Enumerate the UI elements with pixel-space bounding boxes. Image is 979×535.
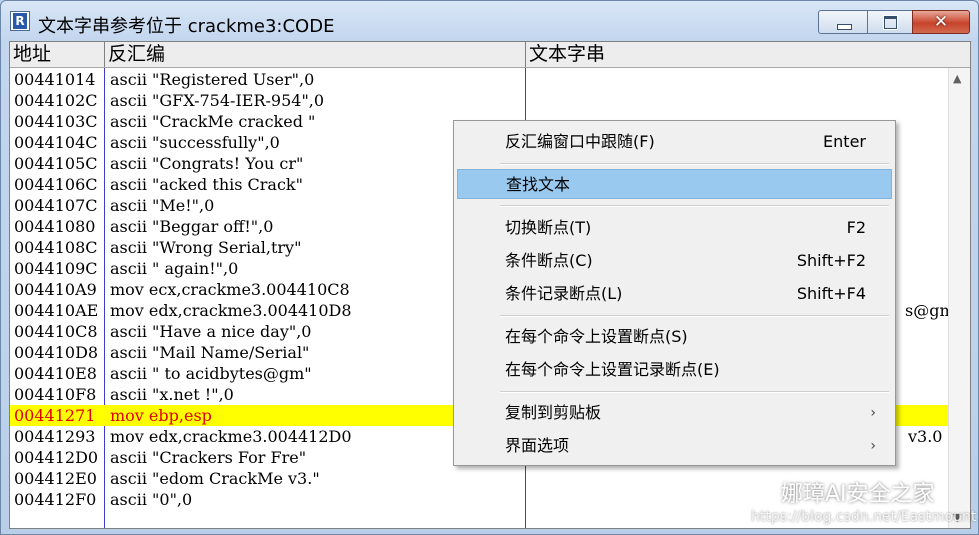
- row-disassembly: mov ecx,crackme3.004410C8: [110, 280, 350, 299]
- row-disassembly: ascii "x.net !",0: [110, 385, 234, 404]
- row-address: 004412F0: [14, 490, 97, 509]
- row-address: 004410AE: [14, 301, 99, 320]
- row-address: 00441293: [14, 427, 96, 446]
- row-disassembly: ascii "edom CrackMe v3.": [110, 469, 320, 488]
- menu-item-conditional-breakpoint[interactable]: 条件断点(C) Shift+F2: [457, 246, 892, 276]
- minimize-icon: [837, 24, 852, 30]
- title-bar[interactable]: R 文本字串参考位于 crackme3:CODE ✕: [1, 1, 978, 41]
- table-row[interactable]: 0044102C ascii "GFX-754-IER-954",0: [10, 90, 970, 111]
- menu-item-follow-in-disassembler[interactable]: 反汇编窗口中跟随(F) Enter: [457, 127, 892, 157]
- menu-item-label: 在每个命令上设置断点(S): [505, 327, 688, 346]
- row-address: 0044109C: [14, 259, 98, 278]
- row-disassembly: mov ebp,esp: [110, 406, 212, 425]
- menu-item-set-breakpoint-every-command[interactable]: 在每个命令上设置断点(S): [457, 322, 892, 352]
- row-address: 00441014: [14, 70, 96, 89]
- row-address: 0044104C: [14, 133, 98, 152]
- menu-item-label: 复制到剪贴板: [505, 403, 602, 422]
- scroll-up-icon[interactable]: ▲: [953, 72, 961, 85]
- row-address: 004412E0: [14, 469, 97, 488]
- column-header-text-string[interactable]: 文本字串: [526, 42, 970, 67]
- context-menu: 反汇编窗口中跟随(F) Enter 查找文本 切换断点(T) F2 条件断点(C) S…: [453, 120, 896, 466]
- row-address: 0044106C: [14, 175, 98, 194]
- menu-item-shortcut: F2: [846, 218, 866, 237]
- row-address: 004410A9: [14, 280, 97, 299]
- row-disassembly: ascii "Beggar off!",0: [110, 217, 274, 236]
- app-icon-letter: R: [13, 13, 27, 29]
- menu-item-appearance[interactable]: 界面选项 ›: [457, 431, 892, 461]
- strings-window: R 文本字串参考位于 crackme3:CODE ✕ 地址 反汇编 文本字串 0…: [0, 0, 979, 535]
- close-button[interactable]: ✕: [912, 10, 970, 34]
- row-disassembly: mov edx,crackme3.004412D0: [110, 427, 352, 446]
- row-address: 00441271: [14, 406, 96, 425]
- row-disassembly: mov edx,crackme3.004410D8: [110, 301, 352, 320]
- menu-item-label: 条件断点(C): [505, 251, 593, 270]
- row-disassembly: ascii "Crackers For Fre": [110, 448, 307, 467]
- row-address: 0044103C: [14, 112, 98, 131]
- row-address: 004412D0: [14, 448, 99, 467]
- chevron-right-icon: ›: [870, 405, 876, 421]
- row-disassembly: ascii "Me!",0: [110, 196, 215, 215]
- menu-separator: [500, 315, 889, 317]
- menu-item-shortcut: Enter: [823, 132, 866, 151]
- row-disassembly: ascii "Mail Name/Serial": [110, 343, 310, 362]
- row-disassembly: ascii "CrackMe cracked ": [110, 112, 316, 131]
- row-disassembly: ascii "Registered User",0: [110, 70, 315, 89]
- row-disassembly: ascii " again!",0: [110, 259, 239, 278]
- row-disassembly: ascii "Congrats! You cr": [110, 154, 304, 173]
- menu-item-shortcut: Shift+F2: [796, 251, 866, 270]
- row-address: 0044108C: [14, 238, 98, 257]
- row-address: 0044107C: [14, 196, 98, 215]
- row-address: 004410C8: [14, 322, 98, 341]
- minimize-button[interactable]: [818, 10, 868, 34]
- menu-separator: [500, 391, 889, 393]
- menu-item-label: 反汇编窗口中跟随(F): [505, 132, 655, 151]
- row-text: v3.0: [908, 427, 943, 446]
- menu-item-copy-to-clipboard[interactable]: 复制到剪贴板 ›: [457, 398, 892, 428]
- menu-item-label: 界面选项: [505, 436, 570, 455]
- menu-item-conditional-log-breakpoint[interactable]: 条件记录断点(L) Shift+F4: [457, 279, 892, 309]
- close-icon: ✕: [933, 12, 949, 32]
- row-address: 004410E8: [14, 364, 97, 383]
- row-address: 004410D8: [14, 343, 99, 362]
- menu-item-label: 在每个命令上设置记录断点(E): [505, 360, 720, 379]
- scroll-down-icon[interactable]: ▼: [953, 511, 961, 524]
- row-disassembly: ascii "Have a nice day",0: [110, 322, 312, 341]
- menu-item-shortcut: Shift+F4: [796, 284, 866, 303]
- menu-separator: [500, 205, 889, 207]
- window-title: 文本字串参考位于 crackme3:CODE: [38, 16, 335, 37]
- row-address: 00441080: [14, 217, 96, 236]
- row-disassembly: ascii "0",0: [110, 490, 193, 509]
- menu-item-label: 条件记录断点(L): [505, 284, 623, 303]
- menu-item-label: 查找文本: [506, 175, 571, 194]
- table-row[interactable]: 00441014 ascii "Registered User",0: [10, 69, 970, 90]
- vertical-scrollbar[interactable]: ▲ ▼: [948, 68, 970, 528]
- table-row[interactable]: 004412F0 ascii "0",0: [10, 489, 970, 510]
- row-disassembly: ascii "acked this Crack": [110, 175, 303, 194]
- column-header-disassembly[interactable]: 反汇编: [105, 42, 526, 67]
- menu-separator: [500, 163, 889, 165]
- maximize-icon: [884, 16, 897, 29]
- row-disassembly: ascii "successfully",0: [110, 133, 280, 152]
- row-disassembly: ascii " to acidbytes@gm": [110, 364, 312, 383]
- row-address: 004410F8: [14, 385, 97, 404]
- row-disassembly: ascii "Wrong Serial,try": [110, 238, 302, 257]
- table-row[interactable]: 004412E0 ascii "edom CrackMe v3.": [10, 468, 970, 489]
- app-icon: R: [10, 11, 30, 31]
- row-address: 0044105C: [14, 154, 98, 173]
- table-header: 地址 反汇编 文本字串: [10, 42, 970, 68]
- maximize-button[interactable]: [867, 10, 913, 34]
- chevron-right-icon: ›: [870, 438, 876, 454]
- menu-item-search-text[interactable]: 查找文本: [457, 169, 892, 199]
- row-disassembly: ascii "GFX-754-IER-954",0: [110, 91, 325, 110]
- menu-item-set-log-breakpoint-every-command[interactable]: 在每个命令上设置记录断点(E): [457, 355, 892, 385]
- menu-item-toggle-breakpoint[interactable]: 切换断点(T) F2: [457, 213, 892, 243]
- row-address: 0044102C: [14, 91, 98, 110]
- column-header-address[interactable]: 地址: [10, 42, 105, 67]
- menu-item-label: 切换断点(T): [505, 218, 592, 237]
